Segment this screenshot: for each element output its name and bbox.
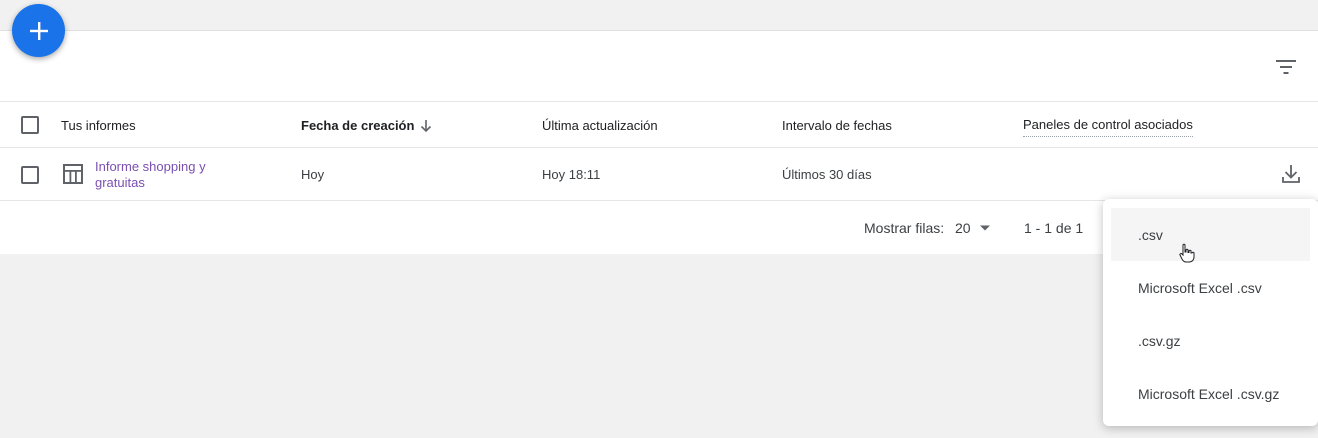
- rows-per-page-value: 20: [955, 220, 971, 236]
- table-report-icon: [63, 164, 83, 184]
- select-all-checkbox[interactable]: [21, 116, 39, 134]
- arrow-down-icon: [421, 119, 432, 132]
- filter-button[interactable]: [1274, 55, 1298, 79]
- rows-per-page-label: Mostrar filas:: [864, 220, 945, 236]
- cell-updated: Hoy 18:11: [542, 167, 601, 182]
- hand-cursor-icon: [1179, 243, 1195, 263]
- cell-range: Últimos 30 días: [782, 167, 872, 182]
- filter-list-icon: [1276, 60, 1296, 74]
- dropdown-arrow-icon: [979, 225, 990, 231]
- column-header-name: Tus informes: [61, 118, 136, 133]
- create-report-button[interactable]: [12, 4, 65, 57]
- column-header-created[interactable]: Fecha de creación: [301, 118, 432, 133]
- column-header-range[interactable]: Intervalo de fechas: [782, 118, 892, 133]
- row-checkbox[interactable]: [21, 166, 39, 184]
- table-row: Informe shopping y gratuitas Hoy Hoy 18:…: [0, 147, 1318, 201]
- column-header-panels[interactable]: Paneles de control asociados: [1023, 117, 1193, 137]
- top-strip: [0, 0, 1318, 30]
- cell-created: Hoy: [301, 167, 325, 182]
- menu-item-excel-csv-gz[interactable]: Microsoft Excel .csv.gz: [1103, 367, 1318, 420]
- menu-item-csv[interactable]: .csv: [1111, 208, 1310, 261]
- pagination-range: 1 - 1 de 1: [1024, 220, 1084, 236]
- column-header-updated[interactable]: Última actualización: [542, 118, 658, 133]
- download-format-menu: .csv Microsoft Excel .csv .csv.gz Micros…: [1103, 199, 1318, 426]
- table-header-row: Tus informes Fecha de creación Última ac…: [0, 101, 1318, 147]
- download-icon[interactable]: [1280, 163, 1302, 185]
- reports-table: Tus informes Fecha de creación Última ac…: [0, 101, 1318, 201]
- rows-per-page-select[interactable]: 20: [955, 220, 991, 236]
- column-header-created-label: Fecha de creación: [301, 118, 415, 133]
- report-name-link[interactable]: Informe shopping y gratuitas: [95, 159, 235, 191]
- menu-item-excel-csv[interactable]: Microsoft Excel .csv: [1103, 261, 1318, 314]
- plus-icon: [29, 21, 48, 40]
- menu-item-csv-gz[interactable]: .csv.gz: [1103, 314, 1318, 367]
